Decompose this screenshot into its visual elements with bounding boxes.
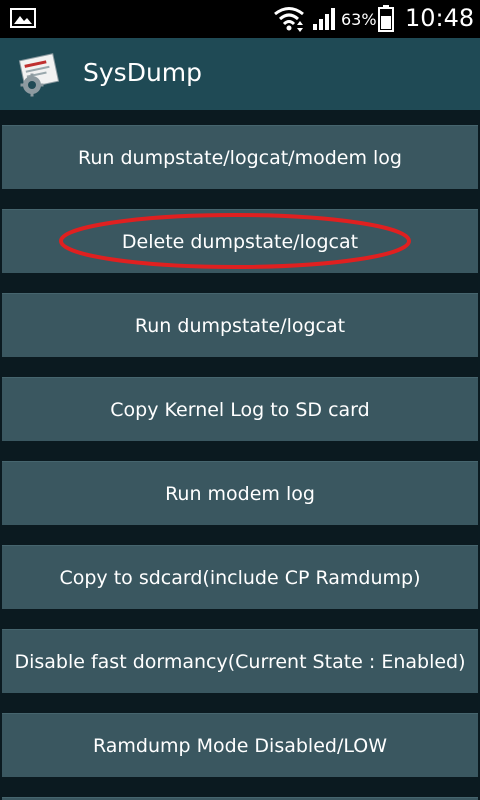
app-title: SysDump <box>83 58 203 87</box>
copy-to-sdcard-button[interactable]: Copy to sdcard(include CP Ramdump) <box>2 545 478 609</box>
ramdump-mode-button[interactable]: Ramdump Mode Disabled/LOW <box>2 713 478 777</box>
battery-icon <box>378 5 394 32</box>
battery-percentage: 63% <box>341 10 377 29</box>
wifi-icon <box>274 7 304 32</box>
app-bar: SysDump <box>0 38 480 110</box>
clock: 10:48 <box>405 4 475 32</box>
run-modem-log-button[interactable]: Run modem log <box>2 461 478 525</box>
status-bar: 63% 10:48 <box>0 0 480 38</box>
run-dumpstate-logcat-modem-button[interactable]: Run dumpstate/logcat/modem log <box>2 125 478 189</box>
sysdump-app-icon <box>18 53 60 97</box>
run-dumpstate-logcat-button[interactable]: Run dumpstate/logcat <box>2 293 478 357</box>
signal-strength-icon <box>313 8 335 30</box>
delete-dumpstate-logcat-button[interactable]: Delete dumpstate/logcat <box>2 209 478 273</box>
copy-kernel-log-button[interactable]: Copy Kernel Log to SD card <box>2 377 478 441</box>
disable-fast-dormancy-button[interactable]: Disable fast dormancy(Current State : En… <box>2 629 478 693</box>
gallery-notification-icon <box>10 8 36 28</box>
